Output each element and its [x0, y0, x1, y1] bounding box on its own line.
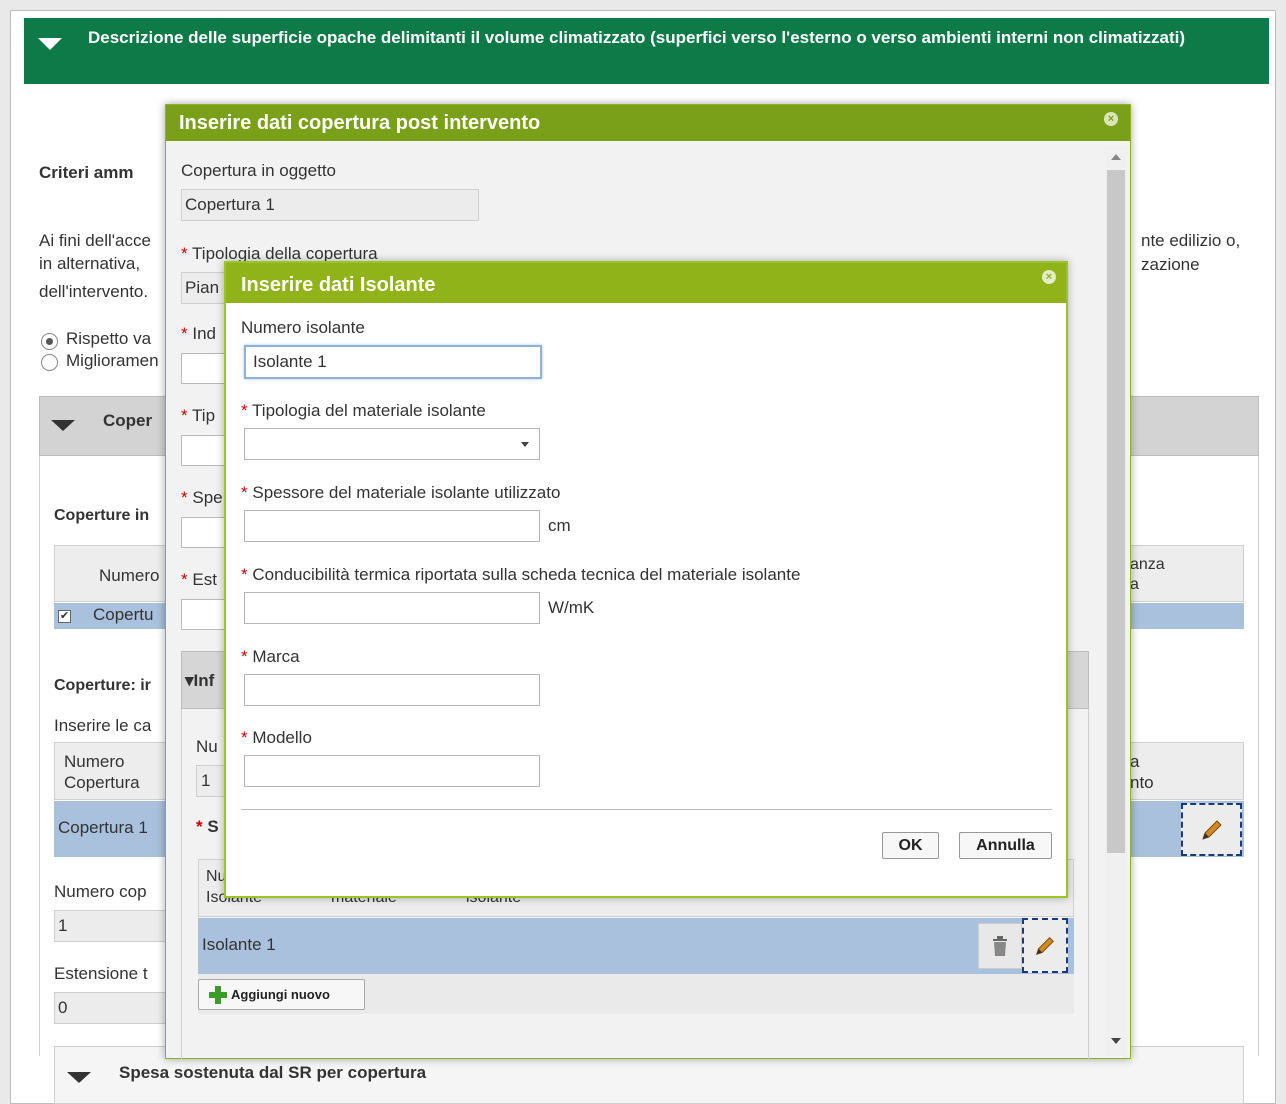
plus-icon — [209, 986, 227, 1004]
criteri-paragraph-right: nte edilizio o, — [1141, 231, 1241, 250]
estensione-field[interactable] — [54, 992, 174, 1024]
table1-col-numero: Numero — [99, 566, 160, 585]
dialog-dati-isolante: Inserire dati Isolante × Numero isolante… — [224, 261, 1068, 898]
pencil-icon — [1201, 819, 1222, 840]
spessore-unit: cm — [548, 516, 571, 535]
table2-col-numero: Numero — [64, 752, 125, 771]
tipologia-materiale-select[interactable] — [244, 428, 540, 460]
section-title-coperture: Coper — [103, 411, 153, 430]
dialog1-scrollbar[interactable] — [1105, 146, 1127, 1056]
close-icon[interactable]: × — [1104, 112, 1118, 126]
spe-label: * Spe — [181, 488, 223, 507]
radio-miglioramento[interactable] — [41, 354, 58, 371]
collapse-triangle-icon[interactable] — [51, 420, 75, 431]
radio-rispetto[interactable] — [41, 333, 58, 350]
add-isolante-button[interactable]: Aggiungi nuovo — [198, 979, 365, 1010]
tipologia-copertura-value: Pian — [185, 278, 220, 297]
section-header-superfici-opache[interactable]: Descrizione delle superficie opache deli… — [24, 18, 1269, 84]
s-label: * S — [196, 817, 219, 836]
modello-input[interactable] — [244, 755, 540, 787]
estensione-value: 0 — [58, 998, 68, 1017]
radio-rispetto-label: Rispetto va — [66, 329, 152, 348]
row-checkmark-icon[interactable]: ✔ — [58, 610, 71, 623]
copertura-oggetto-value: Copertura 1 — [185, 195, 275, 214]
numero-copertura-label: Numero cop — [54, 882, 147, 901]
ok-button[interactable]: OK — [882, 832, 939, 859]
edit-isolante-button[interactable] — [1022, 918, 1068, 973]
dialog2-divider — [241, 809, 1052, 810]
numero-copertura-field[interactable] — [54, 910, 174, 942]
close-icon[interactable]: × — [1042, 270, 1056, 284]
spessore-input[interactable] — [244, 510, 540, 542]
conducibilita-input[interactable] — [244, 592, 540, 624]
radio-miglioramento-label: Miglioramen — [66, 351, 159, 370]
dialog2-title: Inserire dati Isolante — [226, 263, 1066, 303]
estensione-label: Estensione t — [54, 964, 148, 983]
marca-label: * Marca — [241, 647, 300, 666]
isolanti-table-row[interactable] — [198, 918, 1074, 974]
conducibilita-unit: W/mK — [548, 598, 595, 617]
dialog1-title: Inserire dati copertura post intervento — [166, 105, 1130, 141]
nu-value: 1 — [201, 771, 211, 790]
modello-label: * Modello — [241, 728, 312, 747]
edit-copertura-button[interactable] — [1181, 803, 1242, 856]
section-title-spesa: Spesa sostenuta dal SR per copertura — [119, 1063, 427, 1082]
table2-col-right: a — [1130, 752, 1140, 771]
est-label: * Est — [181, 570, 217, 589]
coperture-in-label: Coperture in — [54, 507, 150, 524]
copertura-oggetto-label: Copertura in oggetto — [181, 161, 336, 180]
criteri-heading: Criteri amm — [39, 163, 134, 182]
nu-label: Nu — [196, 737, 218, 756]
criteri-paragraph-right: zazione — [1141, 255, 1200, 274]
delete-isolante-button[interactable] — [978, 923, 1022, 969]
pencil-icon — [1035, 936, 1054, 955]
table2-col-numero: Copertura — [64, 773, 140, 792]
table1-col-right: anza — [1130, 556, 1165, 573]
conducibilita-label: * Conducibilità termica riportata sulla … — [241, 565, 801, 584]
numero-isolante-label: Numero isolante — [241, 318, 365, 337]
marca-input[interactable] — [244, 674, 540, 706]
criteri-paragraph-line: in alternativa, — [39, 254, 141, 273]
numero-isolante-input[interactable] — [244, 345, 542, 379]
scroll-up-icon[interactable] — [1111, 154, 1121, 160]
ind-label: * Ind — [181, 324, 216, 343]
tipologia-materiale-label: * Tipologia del materiale isolante — [241, 401, 486, 420]
coperture-info-label: Coperture: ir — [54, 677, 151, 694]
numero-copertura-value: 1 — [58, 916, 68, 935]
section-title-info: ▾Inf — [185, 671, 215, 690]
section-title: Descrizione delle superficie opache deli… — [88, 28, 1186, 47]
scrollbar-thumb[interactable] — [1107, 170, 1125, 853]
spessore-label: * Spessore del materiale isolante utiliz… — [241, 483, 561, 502]
isolanti-row-label: Isolante 1 — [202, 935, 276, 954]
scroll-down-icon[interactable] — [1111, 1038, 1121, 1044]
collapse-triangle-icon[interactable] — [67, 1072, 91, 1083]
collapse-triangle-icon[interactable] — [38, 38, 62, 50]
tip-label: * Tip — [181, 406, 216, 425]
table2-row-label: Copertura 1 — [58, 818, 148, 837]
trash-icon — [993, 936, 1007, 956]
criteri-paragraph-line: dell'intervento. — [39, 282, 149, 301]
table1-row-label: Copertu — [93, 605, 154, 624]
table1-col-right: a — [1130, 576, 1139, 593]
annulla-button[interactable]: Annulla — [959, 832, 1052, 859]
table2-col-right: nto — [1130, 773, 1154, 792]
inserire-label: Inserire le ca — [54, 716, 152, 735]
criteri-paragraph-line: Ai fini dell'acce — [39, 231, 151, 250]
chevron-down-icon — [521, 442, 529, 447]
